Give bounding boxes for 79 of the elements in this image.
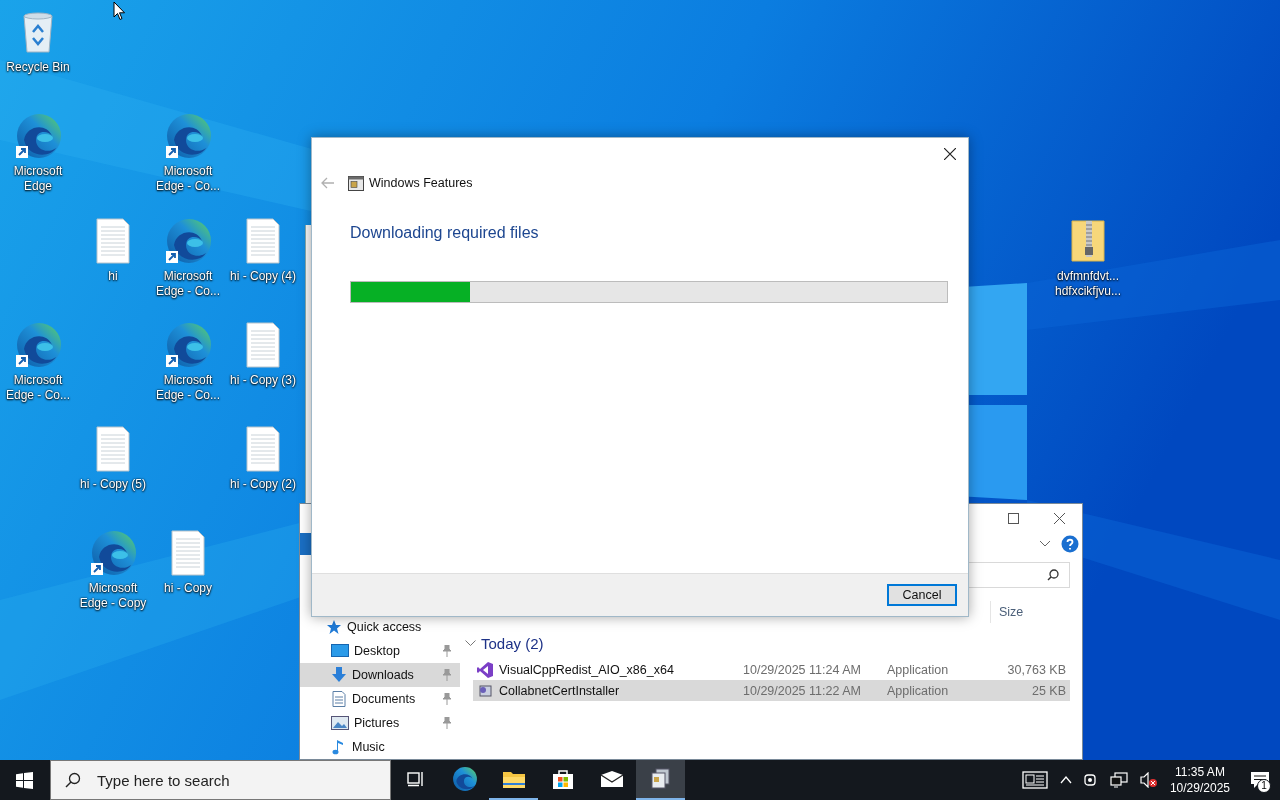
edge-shortcut-icon[interactable]	[89, 529, 137, 577]
nav-item[interactable]: Quick access	[300, 615, 460, 639]
desktop-icon-label[interactable]: Microsoft Edge - Copy	[75, 581, 151, 611]
cancel-button[interactable]: Cancel	[887, 584, 957, 606]
download-arrow-icon	[331, 667, 347, 683]
network-icon[interactable]	[1109, 772, 1128, 788]
search-icon	[1047, 568, 1059, 581]
chevron-down-icon[interactable]	[1039, 539, 1051, 548]
mouse-cursor-icon	[113, 1, 126, 21]
installer-icon	[477, 682, 493, 699]
pin-icon[interactable]	[442, 693, 452, 705]
file-type: Application	[887, 683, 950, 698]
folder-icon	[501, 769, 526, 789]
date-modified: 10/29/2025 11:24 AM	[743, 662, 862, 677]
chevron-up-icon[interactable]	[1059, 776, 1072, 784]
edge-shortcut-icon[interactable]	[164, 321, 212, 369]
picture-frame-icon	[331, 715, 349, 731]
file-size: 30,763 KB	[1006, 662, 1067, 677]
clock-date: 10/29/2025	[1169, 780, 1230, 796]
meet-camera-icon[interactable]	[1083, 772, 1098, 788]
window-stack-icon	[649, 768, 672, 790]
nav-item[interactable]: Documents	[300, 687, 460, 711]
dialog-heading: Downloading required files	[350, 224, 540, 242]
desktop-icon-label[interactable]: hi	[108, 269, 118, 284]
desktop-icon-label[interactable]: hi - Copy (5)	[80, 477, 146, 492]
search-input[interactable]: Type here to search	[95, 770, 359, 790]
desktop-icon-label[interactable]: hi - Copy (4)	[230, 269, 296, 284]
nav-item[interactable]: Music	[300, 735, 460, 759]
file-size: 25 KB	[1030, 683, 1067, 698]
close-icon	[1053, 512, 1065, 524]
pin-icon[interactable]	[442, 645, 452, 657]
news-icon[interactable]	[1021, 771, 1048, 789]
notifications-button[interactable]: 1	[1240, 760, 1280, 800]
desktop-icon-label[interactable]: Microsoft Edge - Co...	[0, 373, 76, 403]
desktop-icon-label[interactable]: hi - Copy	[164, 581, 212, 596]
nav-item[interactable]: Pictures	[300, 711, 460, 735]
file-type: Application	[887, 662, 950, 677]
desktop-folder-icon	[331, 643, 349, 659]
search-box[interactable]: Type here to search	[50, 760, 391, 800]
desktop-icon-label[interactable]: hi - Copy (2)	[230, 477, 296, 492]
nav-item[interactable]: Downloads	[300, 663, 460, 687]
muted-speaker-icon[interactable]	[1139, 772, 1158, 788]
clock-time: 11:35 AM	[1175, 764, 1225, 780]
edge-shortcut-icon[interactable]	[164, 217, 212, 265]
taskbar-app-button[interactable]	[636, 760, 685, 800]
windows-logo-icon	[15, 771, 33, 789]
edge-shortcut-icon[interactable]	[14, 321, 62, 369]
dialog-title: Windows Features	[369, 176, 473, 190]
date-modified: 10/29/2025 11:22 AM	[743, 683, 862, 698]
chevron-down-icon[interactable]	[465, 639, 476, 647]
desktop-icon-label[interactable]: Microsoft Edge - Co...	[150, 164, 226, 194]
close-icon	[944, 148, 956, 160]
desktop-icon-label[interactable]: dvfmnfdvt... hdfxcikfjvu...	[1050, 269, 1126, 299]
document-icon	[331, 691, 347, 707]
notification-count: 1	[1257, 779, 1271, 793]
file-row[interactable]: CollabnetCertInstaller 10/29/2025 11:22 AM Application 25 KB	[473, 680, 1070, 701]
search-icon	[65, 772, 81, 788]
nav-item[interactable]: Desktop	[300, 639, 460, 663]
help-icon[interactable]	[1061, 534, 1079, 553]
pin-icon[interactable]	[442, 717, 452, 729]
star-icon	[326, 619, 342, 635]
visual-studio-icon	[477, 661, 493, 678]
window-list-icon	[348, 175, 364, 191]
desktop-icon-label[interactable]: Microsoft Edge - Co...	[150, 269, 226, 299]
file-row[interactable]: VisualCppRedist_AIO_x86_x64 10/29/2025 11:24 AM Application 30,763 KB	[473, 659, 1070, 680]
desktop-icon-label[interactable]: Microsoft Edge - Co...	[150, 373, 226, 403]
clock[interactable]: 11:35 AM 10/29/2025	[1169, 764, 1230, 796]
desktop-icon-label[interactable]: hi - Copy (3)	[230, 373, 296, 388]
column-header[interactable]: Size	[990, 601, 1070, 623]
file-name: VisualCppRedist_AIO_x86_x64	[499, 662, 675, 677]
maximize-icon	[1007, 512, 1019, 524]
shopping-bag-icon	[551, 768, 574, 790]
edge-shortcut-icon[interactable]	[164, 112, 212, 160]
task-view-icon	[406, 771, 425, 787]
file-name: CollabnetCertInstaller	[499, 683, 621, 698]
edge-icon	[451, 766, 478, 792]
group-header[interactable]: Today (2)	[481, 634, 544, 652]
envelope-icon	[599, 770, 624, 788]
edge-shortcut-icon[interactable]	[14, 112, 62, 160]
